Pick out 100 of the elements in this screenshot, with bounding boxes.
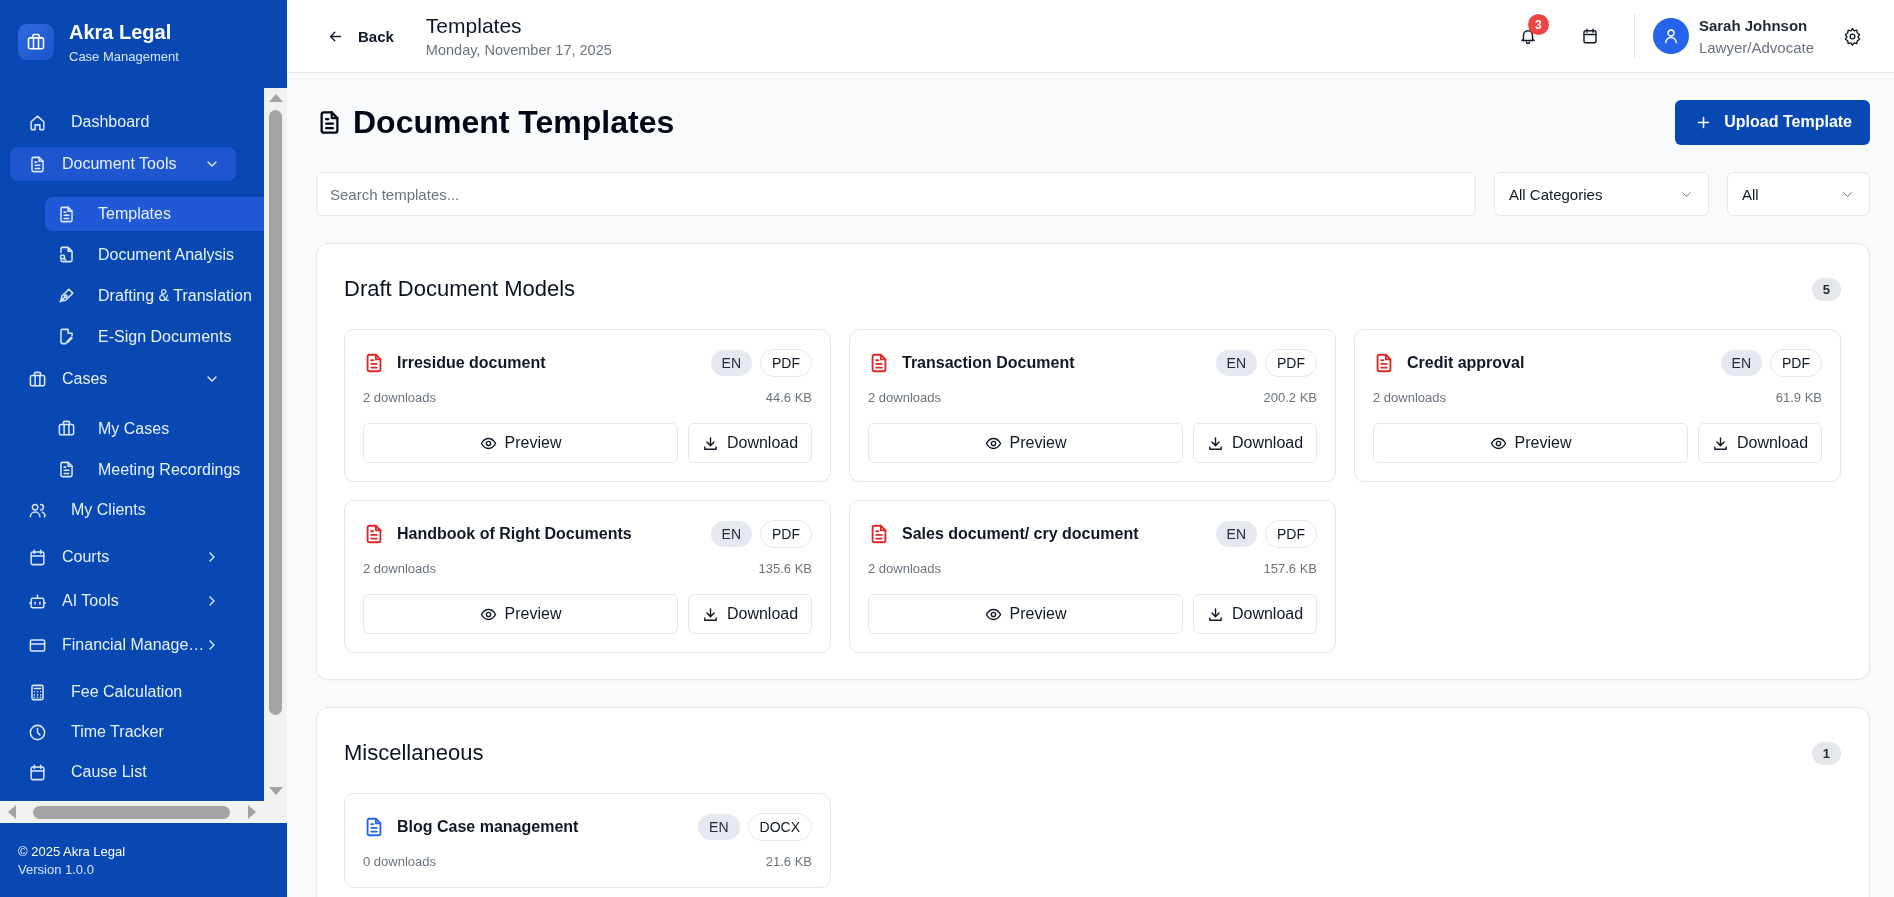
- user-name: Sarah Johnson: [1698, 16, 1809, 34]
- sidebar-item[interactable]: Financial Manage…: [10, 628, 236, 662]
- language-tag: EN: [710, 350, 752, 376]
- bell-icon: [1518, 27, 1537, 45]
- briefcase-icon: [28, 369, 47, 389]
- file-size: 157.6 KB: [1263, 561, 1317, 576]
- download-icon: [1206, 605, 1224, 623]
- sidebar-item[interactable]: Cause List: [0, 752, 264, 792]
- preview-button[interactable]: Preview: [868, 594, 1183, 634]
- filter-dropdown[interactable]: All: [1727, 172, 1870, 216]
- robot-icon: [28, 591, 47, 611]
- home-icon: [28, 112, 47, 132]
- download-count: 2 downloads: [868, 390, 941, 405]
- brand-name: Akra Legal: [69, 20, 173, 44]
- download-count: 0 downloads: [363, 854, 436, 869]
- calendar-icon: [28, 762, 47, 782]
- download-button[interactable]: Download: [1193, 594, 1317, 634]
- download-count: 2 downloads: [868, 561, 941, 576]
- scrollbar[interactable]: [264, 88, 287, 801]
- file-size: 61.9 KB: [1775, 390, 1822, 405]
- settings-icon: [1842, 26, 1862, 46]
- sidebar-subitem[interactable]: Document Analysis: [45, 234, 264, 275]
- format-tag: PDF: [1770, 349, 1822, 377]
- preview-button[interactable]: Preview: [1373, 423, 1688, 463]
- file-size: 200.2 KB: [1263, 390, 1317, 405]
- download-count: 2 downloads: [363, 390, 436, 405]
- template-title: Sales document/ cry document: [902, 525, 1140, 543]
- file-size: 135.6 KB: [758, 561, 812, 576]
- download-button[interactable]: Download: [1698, 423, 1822, 463]
- download-button[interactable]: Download: [1193, 423, 1317, 463]
- sidebar-item[interactable]: Cases: [10, 362, 236, 396]
- download-icon: [701, 434, 719, 452]
- document-icon: [28, 154, 47, 174]
- language-tag: EN: [1720, 350, 1762, 376]
- document-icon: [57, 204, 76, 224]
- sidebar-item[interactable]: AI Tools: [10, 584, 236, 618]
- document-sign-icon: [57, 327, 76, 346]
- language-tag: EN: [710, 521, 752, 547]
- preview-button[interactable]: Preview: [868, 423, 1183, 463]
- format-tag: DOCX: [747, 813, 812, 841]
- back-button[interactable]: Back: [327, 23, 394, 49]
- sidebar-item[interactable]: Fee Calculation: [0, 672, 264, 712]
- format-tag: PDF: [1265, 520, 1317, 548]
- section-title: Miscellaneous: [344, 740, 484, 766]
- count-badge: 1: [1811, 741, 1841, 765]
- template-title: Irresidue document: [397, 354, 547, 372]
- brand-subtitle: Case Management: [69, 48, 179, 64]
- clock-icon: [28, 722, 47, 742]
- template-title: Blog Case management: [397, 818, 580, 836]
- download-icon: [1711, 434, 1729, 452]
- calculator-icon: [28, 682, 47, 702]
- sidebar-item[interactable]: Time Tracker: [0, 712, 264, 752]
- download-count: 2 downloads: [1373, 390, 1446, 405]
- calendar-icon: [28, 547, 47, 567]
- preview-button[interactable]: Preview: [363, 423, 678, 463]
- format-tag: PDF: [760, 349, 812, 377]
- document-icon: [57, 460, 76, 479]
- sidebar-item[interactable]: Courts: [10, 540, 236, 574]
- template-title: Credit approval: [1407, 354, 1526, 372]
- sidebar-subitem[interactable]: Drafting & Translation: [45, 275, 264, 316]
- search-field[interactable]: Search templates...: [316, 172, 1476, 216]
- sidebar-item[interactable]: Dashboard: [0, 102, 264, 142]
- language-tag: EN: [698, 814, 740, 840]
- template-title: Handbook of Right Documents: [397, 525, 633, 543]
- sidebar-subitem[interactable]: My Cases: [45, 408, 264, 449]
- file-size: 21.6 KB: [765, 854, 812, 869]
- download-icon: [1206, 434, 1224, 452]
- calendar-icon: [1580, 27, 1599, 45]
- page-title: Templates: [425, 14, 523, 38]
- sidebar-item[interactable]: Document Tools: [10, 147, 236, 181]
- notification-count: 3: [1527, 14, 1549, 35]
- download-button[interactable]: Download: [688, 423, 812, 463]
- upload-template-button[interactable]: Upload Template: [1675, 99, 1870, 145]
- copyright-text: © 2025 Akra Legal: [18, 844, 127, 859]
- template-title: Transaction Document: [902, 354, 1076, 372]
- sidebar-subitem[interactable]: Meeting Recordings: [45, 449, 264, 490]
- pen-icon: [57, 286, 76, 305]
- date-text: Monday, November 17, 2025: [425, 42, 612, 58]
- download-count: 2 downloads: [363, 561, 436, 576]
- page-heading: Document Templates: [353, 103, 675, 141]
- format-tag: PDF: [760, 520, 812, 548]
- format-tag: PDF: [1265, 349, 1317, 377]
- user-role: Lawyer/Advocate: [1698, 38, 1814, 56]
- file-size: 44.6 KB: [765, 390, 812, 405]
- sidebar-subitem[interactable]: Templates: [45, 197, 264, 231]
- language-tag: EN: [1215, 350, 1257, 376]
- scrollbar[interactable]: [0, 801, 287, 823]
- document-search-icon: [57, 245, 76, 264]
- download-button[interactable]: Download: [688, 594, 812, 634]
- briefcase-icon: [57, 419, 76, 438]
- avatar[interactable]: [1652, 18, 1689, 54]
- download-icon: [701, 605, 719, 623]
- sidebar-item[interactable]: My Clients: [0, 490, 264, 530]
- count-badge: 5: [1811, 277, 1841, 301]
- filter-dropdown[interactable]: All Categories: [1494, 172, 1709, 216]
- language-tag: EN: [1215, 521, 1257, 547]
- preview-button[interactable]: Preview: [363, 594, 678, 634]
- sidebar-subitem[interactable]: E-Sign Documents: [45, 316, 264, 357]
- version-text: Version 1.0.0: [18, 862, 95, 877]
- briefcase-icon: [18, 24, 54, 60]
